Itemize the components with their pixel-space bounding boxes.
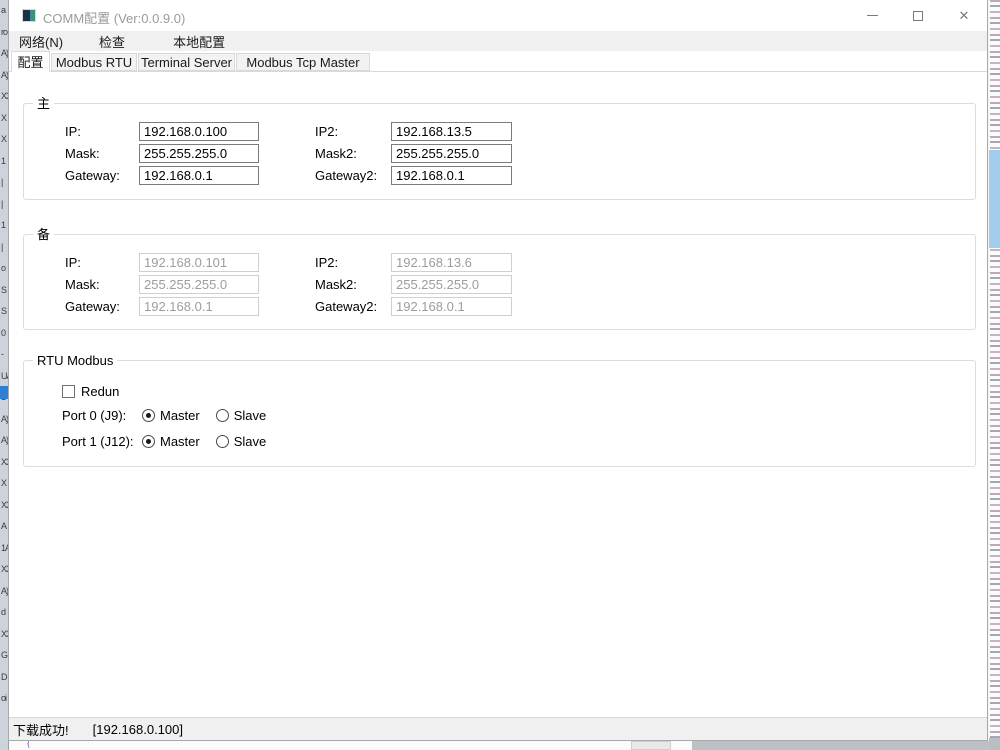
backup-mask2-input (391, 275, 512, 294)
backup-gateway-input (139, 297, 259, 316)
port0-master-label: Master (160, 408, 200, 423)
app-icon-right (30, 10, 35, 21)
backup-gateway-label: Gateway: (65, 299, 120, 314)
background-scrollbar-thumb (631, 741, 671, 750)
tab-modbus-tcp-master[interactable]: Modbus Tcp Master (236, 53, 370, 71)
port1-master-label: Master (160, 434, 200, 449)
backup-ip-input (139, 253, 259, 272)
app-icon (22, 9, 36, 22)
status-message: 下载成功! (13, 720, 69, 739)
background-code-lines (990, 0, 1000, 750)
backup-group-title: 备 (33, 227, 54, 242)
minimize-icon (867, 15, 878, 16)
backup-gateway2-input (391, 297, 512, 316)
backup-mask2-label: Mask2: (315, 277, 357, 292)
background-taskbar-sliver (989, 738, 1000, 750)
gateway-input[interactable] (139, 166, 259, 185)
port1-slave-radio[interactable] (216, 435, 229, 448)
menu-item-local-config[interactable]: 本地配置 (163, 30, 235, 53)
backup-network-group: 备 IP: Mask: Gateway: IP2: Mask2: Gateway… (23, 234, 976, 330)
app-window: COMM配置 (Ver:0.0.9.0) ✕ 网络(N) 检查 本地配置 (8, 0, 988, 741)
tab-strip: 配置 Modbus RTU Terminal Server Modbus Tcp… (9, 51, 987, 72)
port0-slave-radio[interactable] (216, 409, 229, 422)
backup-mask-input (139, 275, 259, 294)
tab-terminal-server[interactable]: Terminal Server (138, 53, 235, 71)
backup-ip2-label: IP2: (315, 255, 338, 270)
redun-label: Redun (81, 384, 119, 399)
gateway2-label: Gateway2: (315, 168, 377, 183)
port0-slave-label: Slave (234, 408, 267, 423)
close-button[interactable]: ✕ (941, 0, 987, 31)
close-icon: ✕ (959, 9, 970, 22)
window-title: COMM配置 (Ver:0.0.9.0) (43, 8, 185, 27)
minimize-button[interactable] (849, 0, 895, 31)
backup-mask-label: Mask: (65, 277, 100, 292)
menu-bar: 网络(N) 检查 本地配置 (9, 31, 987, 51)
mask2-input[interactable] (391, 144, 512, 163)
backup-gateway2-label: Gateway2: (315, 299, 377, 314)
rtu-modbus-group: RTU Modbus Redun Port 0 (J9): Master Sla… (23, 360, 976, 467)
main-group-title: 主 (33, 96, 54, 111)
app-icon-left (23, 10, 30, 21)
tab-modbus-rtu[interactable]: Modbus RTU (51, 53, 137, 71)
backup-ip2-input (391, 253, 512, 272)
background-window-bottom: { (9, 741, 989, 750)
background-code-selection (989, 150, 1000, 248)
mask-input[interactable] (139, 144, 259, 163)
ip2-input[interactable] (391, 122, 512, 141)
redun-checkbox-row: Redun (62, 384, 119, 399)
port1-row: Port 1 (J12): Master Slave (62, 434, 282, 449)
port1-master-radio[interactable] (142, 435, 155, 448)
gateway-label: Gateway: (65, 168, 120, 183)
mask-label: Mask: (65, 146, 100, 161)
port0-label: Port 0 (J9): (62, 408, 142, 423)
maximize-button[interactable] (895, 0, 941, 31)
window-controls: ✕ (849, 0, 987, 31)
background-code-fragment: { (27, 741, 30, 748)
ip-input[interactable] (139, 122, 259, 141)
port1-label: Port 1 (J12): (62, 434, 142, 449)
main-network-group: 主 IP: Mask: Gateway: IP2: Mask2: Gateway… (23, 103, 976, 200)
backup-ip-label: IP: (65, 255, 81, 270)
ip-label: IP: (65, 124, 81, 139)
status-bar: 下载成功! [192.168.0.100] (9, 717, 987, 740)
screen: a ro A) A) X3 X X 1 | | 1 | o S S 0 - UA… (0, 0, 1000, 750)
title-bar[interactable]: COMM配置 (Ver:0.0.9.0) ✕ (9, 0, 987, 31)
config-tab-panel: 主 IP: Mask: Gateway: IP2: Mask2: Gateway… (9, 72, 987, 718)
maximize-icon (913, 11, 923, 21)
background-window-right (989, 0, 1000, 750)
mask2-label: Mask2: (315, 146, 357, 161)
ip2-label: IP2: (315, 124, 338, 139)
port0-master-radio[interactable] (142, 409, 155, 422)
redun-checkbox[interactable] (62, 385, 75, 398)
port1-slave-label: Slave (234, 434, 267, 449)
rtu-group-title: RTU Modbus (33, 353, 117, 368)
gateway2-input[interactable] (391, 166, 512, 185)
menu-item-check[interactable]: 检查 (89, 30, 135, 53)
status-ip-address: [192.168.0.100] (93, 722, 183, 737)
menu-item-network[interactable]: 网络(N) (9, 30, 73, 53)
tab-config[interactable]: 配置 (11, 51, 50, 72)
background-scrollbar-track (692, 741, 989, 750)
port0-row: Port 0 (J9): Master Slave (62, 408, 282, 423)
